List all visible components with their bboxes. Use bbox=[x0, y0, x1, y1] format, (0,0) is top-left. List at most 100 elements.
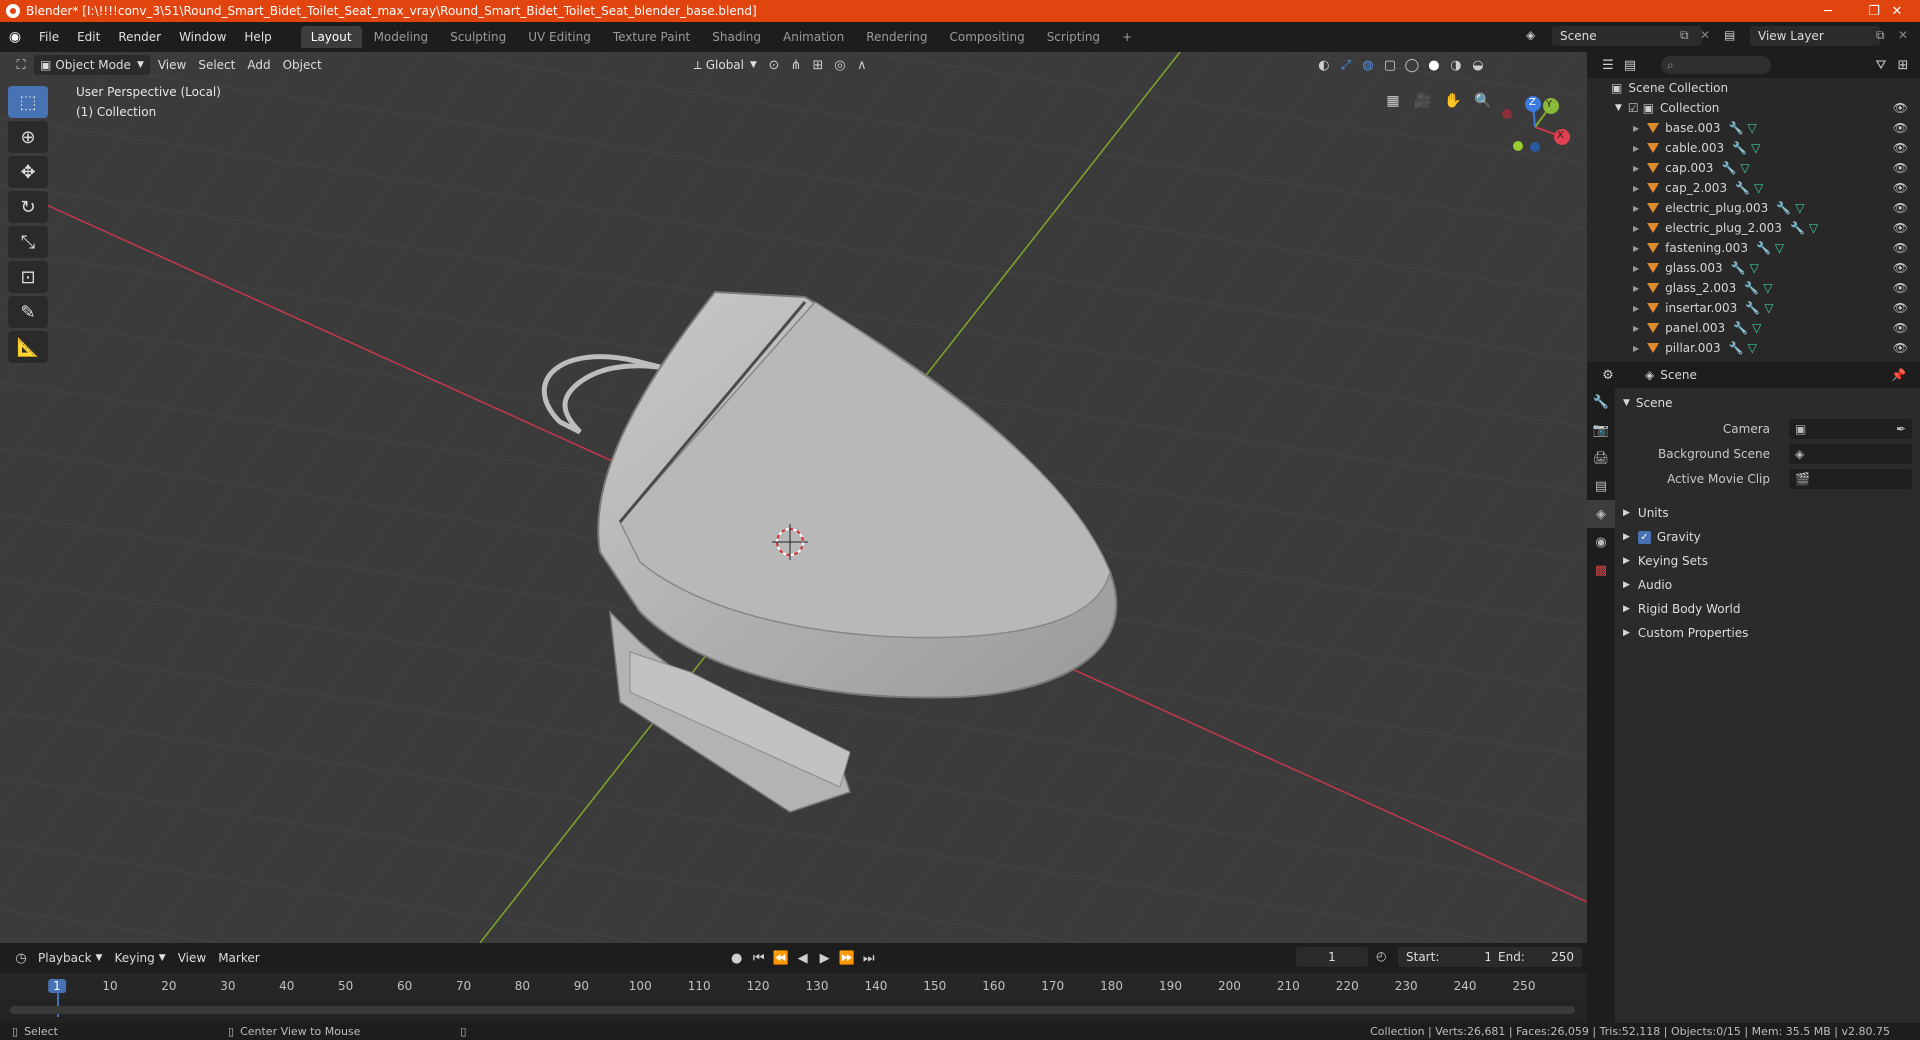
menu-view[interactable]: View bbox=[152, 55, 192, 75]
menu-help[interactable]: Help bbox=[235, 30, 280, 44]
pivot-icon[interactable]: ⊙ bbox=[763, 54, 785, 76]
tab-compositing[interactable]: Compositing bbox=[939, 26, 1034, 48]
tab-shading[interactable]: Shading bbox=[702, 26, 771, 48]
outliner-editor[interactable]: ☰ ▤ ⌕ ⛛ ⊞ ▣ Scene Collection ▼ ☑ ▣ Collec… bbox=[1587, 52, 1920, 362]
eye-icon[interactable]: 👁 bbox=[1893, 141, 1908, 155]
outliner-object-row[interactable]: ▶ cap.003 🔧 ▽ 👁 bbox=[1587, 158, 1920, 178]
tab-scripting[interactable]: Scripting bbox=[1037, 26, 1110, 48]
new-view-layer-icon[interactable]: ⧉ bbox=[1876, 28, 1885, 43]
active-movie-clip-field[interactable]: 🎬 bbox=[1789, 469, 1912, 489]
modifier-icon[interactable]: 🔧 bbox=[1756, 241, 1771, 255]
mesh-data-icon[interactable]: ▽ bbox=[1795, 201, 1804, 215]
eye-icon[interactable]: 👁 bbox=[1893, 181, 1908, 195]
expand-icon[interactable]: ▶ bbox=[1633, 224, 1639, 233]
falloff-icon[interactable]: ∧ bbox=[851, 54, 873, 76]
mesh-data-icon[interactable]: ▽ bbox=[1809, 221, 1818, 235]
collection-row[interactable]: ▼ ☑ ▣ Collection 👁 bbox=[1587, 98, 1920, 118]
audio-panel-header[interactable]: ▶ Audio bbox=[1617, 574, 1920, 596]
view-layer-icon[interactable]: ▤ bbox=[1724, 28, 1735, 42]
move-tool-icon[interactable]: ✥ bbox=[8, 156, 48, 188]
tab-modeling[interactable]: Modeling bbox=[364, 26, 439, 48]
frame-rate-icon[interactable]: ◴ bbox=[1376, 949, 1386, 963]
eye-icon[interactable]: 👁 bbox=[1893, 301, 1908, 315]
outliner-object-row[interactable]: ▶ cap_2.003 🔧 ▽ 👁 bbox=[1587, 178, 1920, 198]
timeline-editor[interactable]: ◷ Playback ▼ Keying ▼ View Marker ● ⏮ ⏪ ◀ … bbox=[0, 943, 1587, 1023]
outliner-object-row[interactable]: ▶ pillar.003 🔧 ▽ 👁 bbox=[1587, 338, 1920, 358]
gizmo-toggle-icon[interactable]: ⤢ bbox=[1335, 54, 1357, 76]
new-collection-icon[interactable]: ⊞ bbox=[1892, 54, 1914, 76]
outliner-object-row[interactable]: ▶ base.003 🔧 ▽ 👁 bbox=[1587, 118, 1920, 138]
annotate-tool-icon[interactable]: ✎ bbox=[8, 296, 48, 328]
output-tab-icon[interactable]: 🖨 bbox=[1587, 444, 1615, 472]
mesh-data-icon[interactable]: ▽ bbox=[1754, 181, 1763, 195]
eye-icon[interactable]: 👁 bbox=[1893, 341, 1908, 355]
expand-icon[interactable]: ▶ bbox=[1633, 264, 1639, 273]
delete-scene-icon[interactable]: ✕ bbox=[1700, 28, 1710, 42]
outliner-object-row[interactable]: ▶ electric_plug_2.003 🔧 ▽ 👁 bbox=[1587, 218, 1920, 238]
transform-orientation-dropdown[interactable]: ⟂ Global ▼ bbox=[688, 55, 763, 75]
world-tab-icon[interactable]: ◉ bbox=[1587, 528, 1615, 556]
transform-tool-icon[interactable]: ⊡ bbox=[8, 261, 48, 293]
select-box-tool-icon[interactable]: ⬚ bbox=[8, 86, 48, 118]
solid-shading-icon[interactable]: ● bbox=[1423, 54, 1445, 76]
wireframe-shading-icon[interactable]: ◯ bbox=[1401, 54, 1423, 76]
mesh-data-icon[interactable]: ▽ bbox=[1763, 281, 1772, 295]
prev-keyframe-icon[interactable]: ⏪ bbox=[770, 947, 792, 969]
outliner-search-input[interactable]: ⌕ bbox=[1661, 56, 1771, 74]
tab-sculpting[interactable]: Sculpting bbox=[440, 26, 516, 48]
tab-rendering[interactable]: Rendering bbox=[856, 26, 937, 48]
view-layer-tab-icon[interactable]: ▤ bbox=[1587, 472, 1615, 500]
rigid-body-world-panel-header[interactable]: ▶ Rigid Body World bbox=[1617, 598, 1920, 620]
timeline-scrollbar[interactable] bbox=[10, 1006, 1575, 1014]
pan-view-icon[interactable]: ✋ bbox=[1440, 88, 1466, 114]
menu-edit[interactable]: Edit bbox=[68, 30, 109, 44]
expand-icon[interactable]: ▼ bbox=[1615, 103, 1622, 113]
camera-view-icon[interactable]: 🎥 bbox=[1410, 88, 1436, 114]
jump-end-icon[interactable]: ⏭ bbox=[858, 947, 880, 969]
display-mode-icon[interactable]: ▤ bbox=[1619, 54, 1641, 76]
outliner-object-row[interactable]: ▶ cable.003 🔧 ▽ 👁 bbox=[1587, 138, 1920, 158]
blender-menu-icon[interactable]: ◉ bbox=[0, 29, 30, 45]
expand-icon[interactable]: ▶ bbox=[1633, 344, 1639, 353]
record-icon[interactable]: ● bbox=[726, 947, 748, 969]
filter-icon[interactable]: ⛛ bbox=[1870, 54, 1892, 76]
proportional-edit-icon[interactable]: ◎ bbox=[829, 54, 851, 76]
toggle-camera-grid-icon[interactable]: ▦ bbox=[1380, 88, 1406, 114]
modifier-icon[interactable]: 🔧 bbox=[1728, 121, 1743, 135]
play-icon[interactable]: ▶ bbox=[814, 947, 836, 969]
keying-sets-panel-header[interactable]: ▶ Keying Sets bbox=[1617, 550, 1920, 572]
menu-add[interactable]: Add bbox=[241, 55, 276, 75]
mesh-data-icon[interactable]: ▽ bbox=[1764, 301, 1773, 315]
expand-icon[interactable]: ▶ bbox=[1633, 144, 1639, 153]
snap-target-icon[interactable]: ⊞ bbox=[807, 54, 829, 76]
eye-icon[interactable]: 👁 bbox=[1893, 221, 1908, 235]
snap-icon[interactable]: ⋔ bbox=[785, 54, 807, 76]
modifier-icon[interactable]: 🔧 bbox=[1731, 261, 1746, 275]
modifier-icon[interactable]: 🔧 bbox=[1744, 281, 1759, 295]
tab-uv-editing[interactable]: UV Editing bbox=[518, 26, 601, 48]
outliner-object-row[interactable]: ▶ fastening.003 🔧 ▽ 👁 bbox=[1587, 238, 1920, 258]
menu-object[interactable]: Object bbox=[277, 55, 328, 75]
editor-type-icon[interactable]: ⛶ bbox=[10, 54, 32, 76]
end-frame-field[interactable]: End: 250 bbox=[1490, 947, 1582, 967]
scene-panel-header[interactable]: ▼ Scene bbox=[1617, 392, 1920, 414]
units-panel-header[interactable]: ▶ Units bbox=[1617, 502, 1920, 524]
expand-icon[interactable]: ▶ bbox=[1633, 184, 1639, 193]
current-frame-field[interactable]: 1 bbox=[1296, 947, 1368, 967]
mesh-data-icon[interactable]: ▽ bbox=[1752, 321, 1761, 335]
measure-tool-icon[interactable]: 📐 bbox=[8, 331, 48, 363]
expand-icon[interactable]: ▶ bbox=[1633, 164, 1639, 173]
include-checkbox-icon[interactable]: ☑ bbox=[1628, 101, 1639, 115]
background-scene-field[interactable]: ◈ bbox=[1789, 444, 1912, 464]
mesh-data-icon[interactable]: ▽ bbox=[1775, 241, 1784, 255]
close-button[interactable]: ✕ bbox=[1874, 0, 1920, 22]
camera-field[interactable]: ▣ ✒ bbox=[1789, 419, 1912, 439]
custom-properties-panel-header[interactable]: ▶ Custom Properties bbox=[1617, 622, 1920, 644]
modifier-icon[interactable]: 🔧 bbox=[1790, 221, 1805, 235]
expand-icon[interactable]: ▶ bbox=[1633, 204, 1639, 213]
menu-file[interactable]: File bbox=[30, 30, 68, 44]
outliner-object-row[interactable]: ▶ electric_plug.003 🔧 ▽ 👁 bbox=[1587, 198, 1920, 218]
object-mode-dropdown[interactable]: ▣ Object Mode ▼ bbox=[34, 55, 150, 75]
menu-playback[interactable]: Playback ▼ bbox=[32, 948, 108, 968]
expand-icon[interactable]: ▶ bbox=[1633, 284, 1639, 293]
